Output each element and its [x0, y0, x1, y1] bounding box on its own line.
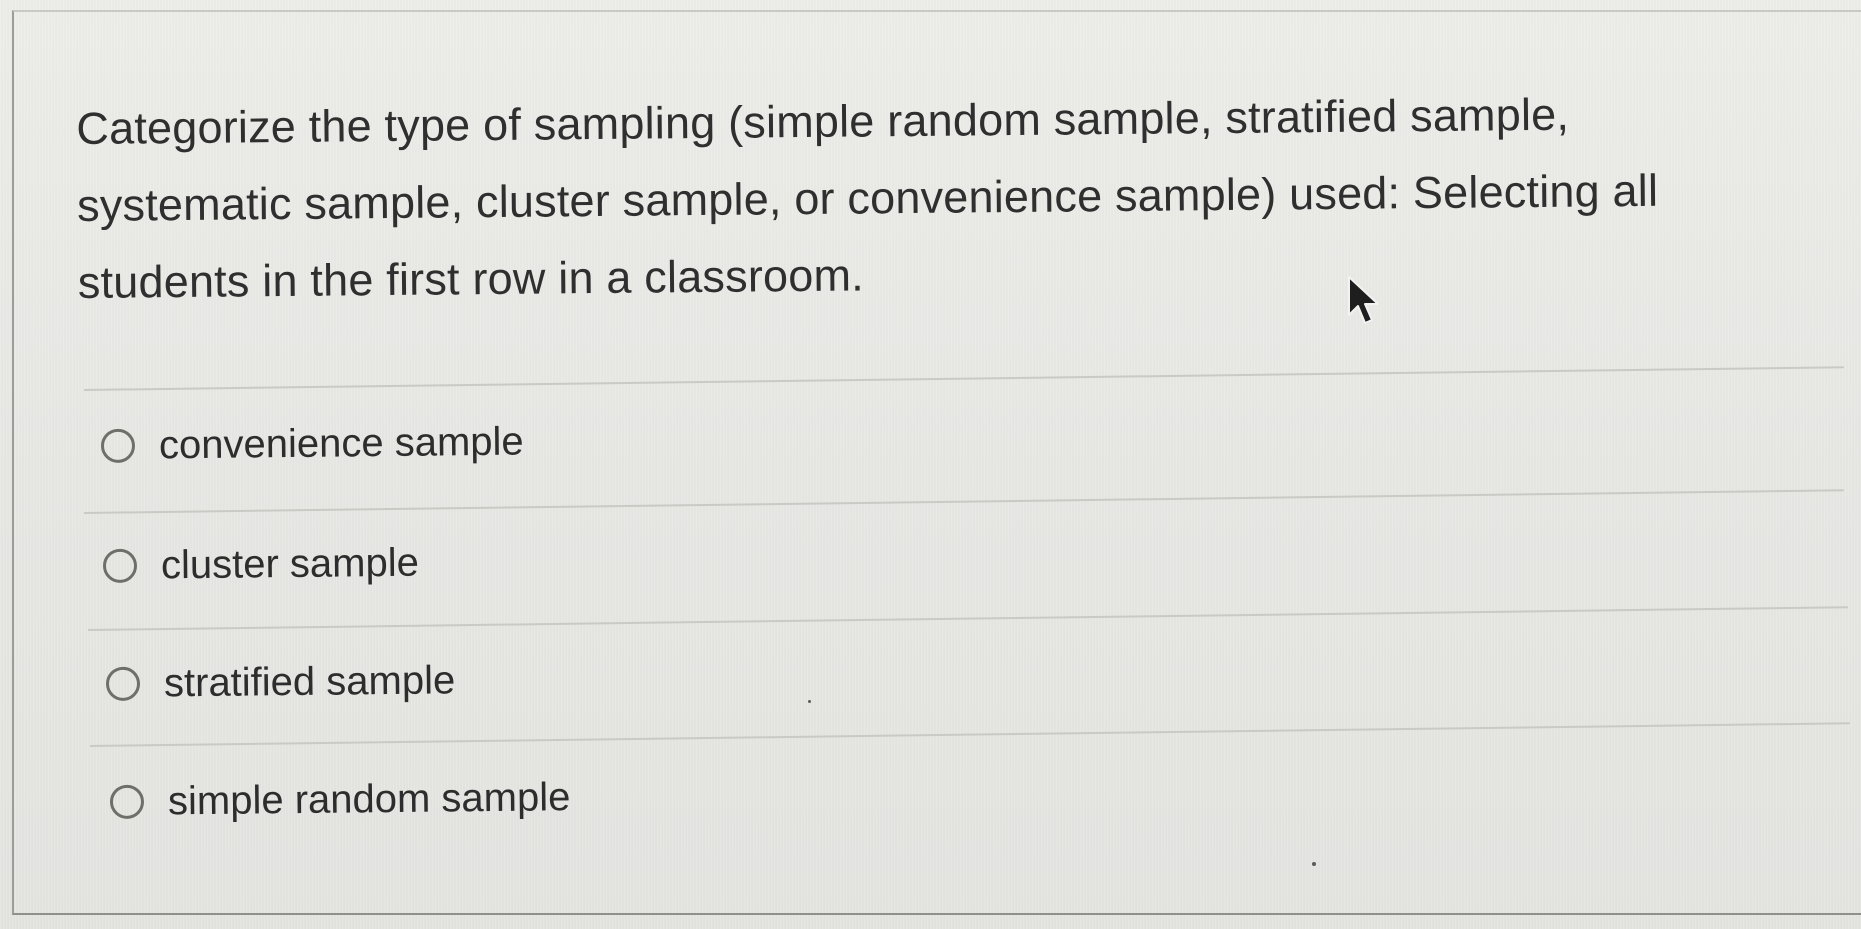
divider — [83, 366, 1844, 391]
divider — [87, 606, 1848, 631]
radio-unchecked-icon[interactable] — [100, 428, 136, 463]
option-label[interactable]: convenience sample — [159, 418, 524, 470]
radio-unchecked-icon[interactable] — [109, 784, 145, 819]
divider — [89, 722, 1850, 747]
option-simple-random-sample[interactable]: simple random sample — [109, 773, 571, 826]
option-label[interactable]: cluster sample — [161, 539, 419, 590]
screen-speck — [808, 700, 811, 703]
option-label[interactable]: stratified sample — [164, 656, 456, 707]
screen-speck — [1312, 862, 1316, 866]
radio-unchecked-icon[interactable] — [102, 548, 138, 583]
option-label[interactable]: simple random sample — [168, 773, 571, 825]
question-card: Categorize the type of sampling (simple … — [12, 10, 1861, 915]
radio-unchecked-icon[interactable] — [105, 666, 141, 701]
option-convenience-sample[interactable]: convenience sample — [100, 418, 524, 470]
mouse-pointer-icon — [1348, 276, 1379, 324]
option-stratified-sample[interactable]: stratified sample — [105, 656, 456, 708]
question-text: Categorize the type of sampling (simple … — [76, 88, 1659, 308]
divider — [83, 489, 1844, 514]
option-cluster-sample[interactable]: cluster sample — [102, 539, 419, 590]
